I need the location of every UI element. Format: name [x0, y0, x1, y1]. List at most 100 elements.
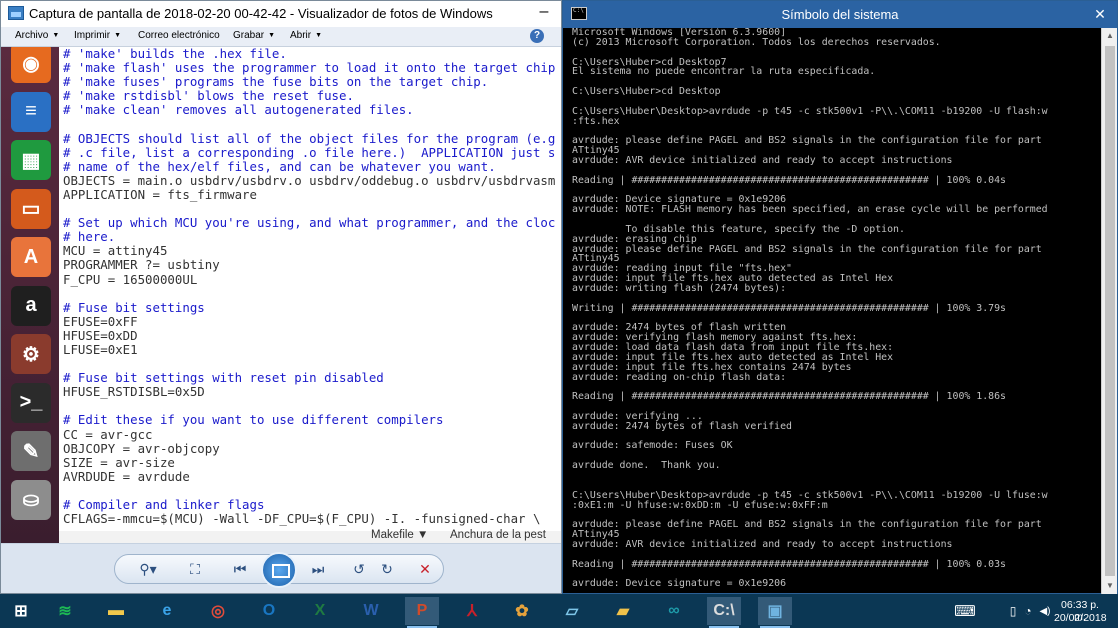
code-line: # Compiler and linker flags [63, 497, 265, 512]
code-line: # OBJECTS should list all of the object … [63, 130, 556, 146]
volume-icon[interactable]: ◀) [1036, 597, 1054, 625]
powerpoint-icon[interactable]: P [405, 597, 439, 628]
paint-icon[interactable]: ✿ [505, 597, 539, 625]
menu-correo[interactable]: Correo electrónico [138, 30, 220, 41]
taskbar: ⊞ ≋ ▬ e ◎ O X W P ⅄ ✿ ▱ ▰ ∞ C:\ ▣ ⌨ ▯ ◔ ◀) 06:33 p. m. … [0, 594, 1118, 628]
command-prompt-window: Símbolo del sistema ✕ Microsoft Windows … [562, 0, 1118, 594]
screenshot-image: ◉ ≡ ▦ ▭ Aa ⚙ >_ ✎ ⛀ # 'make' builds the .hex fil… [1, 47, 561, 543]
clock-date[interactable]: 20/02/2018 [1054, 612, 1107, 624]
ubuntu-launcher: ◉ ≡ ▦ ▭ Aa ⚙ >_ ✎ ⛀ [1, 47, 59, 543]
rotate-left-icon[interactable]: ↺ [349, 561, 369, 577]
code-line: SIZE = avr-size [63, 454, 175, 470]
code-line: # Set up which MCU you're using, and wha… [63, 215, 556, 231]
menu-abrir[interactable]: Abrir ▼ [290, 30, 322, 41]
code-line: # 'make fuses' programs the fuse bits on… [63, 74, 489, 90]
tab-width: Anchura de la pest [450, 529, 546, 541]
battery-icon[interactable]: ▯ [1005, 597, 1021, 625]
drive-icon: ⛀ [11, 479, 51, 520]
notes-icon[interactable]: ▱ [555, 597, 589, 625]
code-line: LFUSE=0xE1 [63, 341, 138, 357]
minimize-button[interactable]: – [526, 1, 562, 27]
makefile-text: # 'make' builds the .hex file. # 'make fl… [59, 47, 561, 529]
cmd-line: Reading | ##############################… [572, 558, 1007, 570]
cmd-line: avrdude: please define PAGEL and BS2 sig… [572, 135, 1042, 147]
cmd-line: C:\Users\Huber\Desktop>avrdude -p t45 -c… [572, 105, 1048, 117]
internet-explorer-icon[interactable]: e [150, 597, 184, 625]
code-line: # 'make' builds the .hex file. [63, 47, 287, 61]
cmd-title: Símbolo del sistema [781, 7, 899, 22]
chrome-icon[interactable]: ◎ [201, 597, 235, 625]
delete-icon[interactable]: ✕ [415, 561, 435, 577]
cmd-output[interactable]: Microsoft Windows [Versión 6.3.9600] (c) … [563, 28, 1101, 594]
word-icon[interactable]: W [354, 597, 388, 625]
chevron-down-icon: ▼ [52, 31, 60, 39]
code-line: HFUSE=0xDD [63, 327, 138, 343]
viewer-titlebar[interactable]: Captura de pantalla de 2018-02-20 00-42-… [1, 1, 561, 27]
previous-icon[interactable]: ⏮ [230, 561, 250, 577]
rotate-right-icon[interactable]: ↻ [377, 561, 397, 577]
menu-archivo[interactable]: Archivo ▼ [15, 30, 59, 41]
impress-icon: ▭ [11, 188, 51, 229]
firefox-icon: ◉ [11, 47, 51, 83]
code-line: OBJCOPY = avr-objcopy [63, 440, 220, 456]
code-line: # Edit these if you want to use differen… [63, 412, 444, 428]
code-line: # 'make clean' removes all autogenerated… [63, 102, 414, 118]
help-icon[interactable]: ? [530, 29, 544, 43]
next-icon[interactable]: ⏭ [308, 561, 328, 577]
chevron-down-icon: ▼ [315, 31, 323, 39]
actual-size-icon[interactable]: ⛶ [185, 561, 205, 577]
acrobat-icon[interactable]: ⅄ [455, 597, 489, 625]
calc-icon: ▦ [11, 140, 51, 180]
cmd-icon[interactable]: C:\ [707, 597, 741, 628]
editor-statusbar: Makefile ▼ Anchura de la pest [59, 529, 561, 543]
folder-icon[interactable]: ▰ [606, 597, 640, 625]
writer-icon: ≡ [11, 91, 51, 132]
code-line: PROGRAMMER ?= usbtiny [63, 257, 220, 273]
menu-imprimir-label: Imprimir [74, 30, 111, 41]
code-line: # Fuse bit settings [63, 299, 205, 315]
code-line: # 'make rstdisbl' blows the reset fuse. [63, 88, 354, 104]
code-line: AVRDUDE = avrdude [63, 468, 190, 484]
scroll-up-icon[interactable]: ▲ [1102, 28, 1118, 44]
amazon-icon: a [11, 285, 51, 326]
cmd-line: avrdude: AVR device initialized and read… [572, 154, 953, 166]
cmd-scrollbar[interactable]: ▲ ▼ [1101, 28, 1117, 594]
chevron-down-icon: ▼ [114, 31, 122, 39]
file-explorer-icon[interactable]: ▬ [99, 597, 133, 625]
menu-grabar[interactable]: Grabar ▼ [233, 30, 275, 41]
terminal-icon: >_ [11, 382, 51, 423]
cmd-line: (c) 2013 Microsoft Corporation. Todos lo… [572, 36, 941, 48]
outlook-icon[interactable]: O [252, 597, 286, 625]
slideshow-button[interactable] [261, 552, 297, 588]
spotify-icon[interactable]: ≋ [48, 597, 82, 625]
scroll-thumb[interactable] [1105, 46, 1115, 576]
cmd-titlebar[interactable]: Símbolo del sistema ✕ [563, 1, 1117, 28]
code-line: # here. [63, 229, 116, 245]
code-line: APPLICATION = fts_firmware [63, 186, 257, 202]
viewer-title: Captura de pantalla de 2018-02-20 00-42-… [29, 6, 493, 21]
keyboard-icon[interactable]: ⌨ [948, 597, 982, 625]
scroll-down-icon[interactable]: ▼ [1102, 578, 1118, 594]
photos-icon[interactable]: ▣ [758, 597, 792, 628]
zoom-icon[interactable]: ⚲▾ [135, 561, 161, 577]
menu-imprimir[interactable]: Imprimir ▼ [74, 30, 121, 41]
code-line: F_CPU = 16500000UL [63, 271, 198, 287]
chevron-down-icon: ▼ [268, 31, 276, 39]
code-line: OBJECTS = main.o usbdrv/usbdrv.o usbdrv/… [63, 172, 556, 188]
arduino-icon[interactable]: ∞ [657, 597, 691, 625]
cmd-line: C:\Users\Huber>cd Desktop [572, 86, 721, 98]
code-line: # name of the hex/elf files, and can be … [63, 158, 496, 174]
photo-viewer-window: Captura de pantalla de 2018-02-20 00-42-… [0, 0, 562, 594]
wifi-icon[interactable]: ◔ [1020, 597, 1036, 625]
close-button[interactable]: ✕ [1083, 1, 1117, 28]
cmd-line: avrdude: reading on-chip flash data: [572, 371, 787, 383]
cmd-line: :0xE1:m -U hfuse:w:0xDD:m -U efuse:w:0xF… [572, 499, 828, 511]
cmd-line: avrdude done. Thank you. [572, 460, 721, 472]
excel-icon[interactable]: X [303, 597, 337, 625]
viewer-toolbar: ⚲▾ ⛶ ⏮ ⏭ ↺ ↻ ✕ [1, 543, 561, 593]
start-icon[interactable]: ⊞ [4, 597, 38, 625]
